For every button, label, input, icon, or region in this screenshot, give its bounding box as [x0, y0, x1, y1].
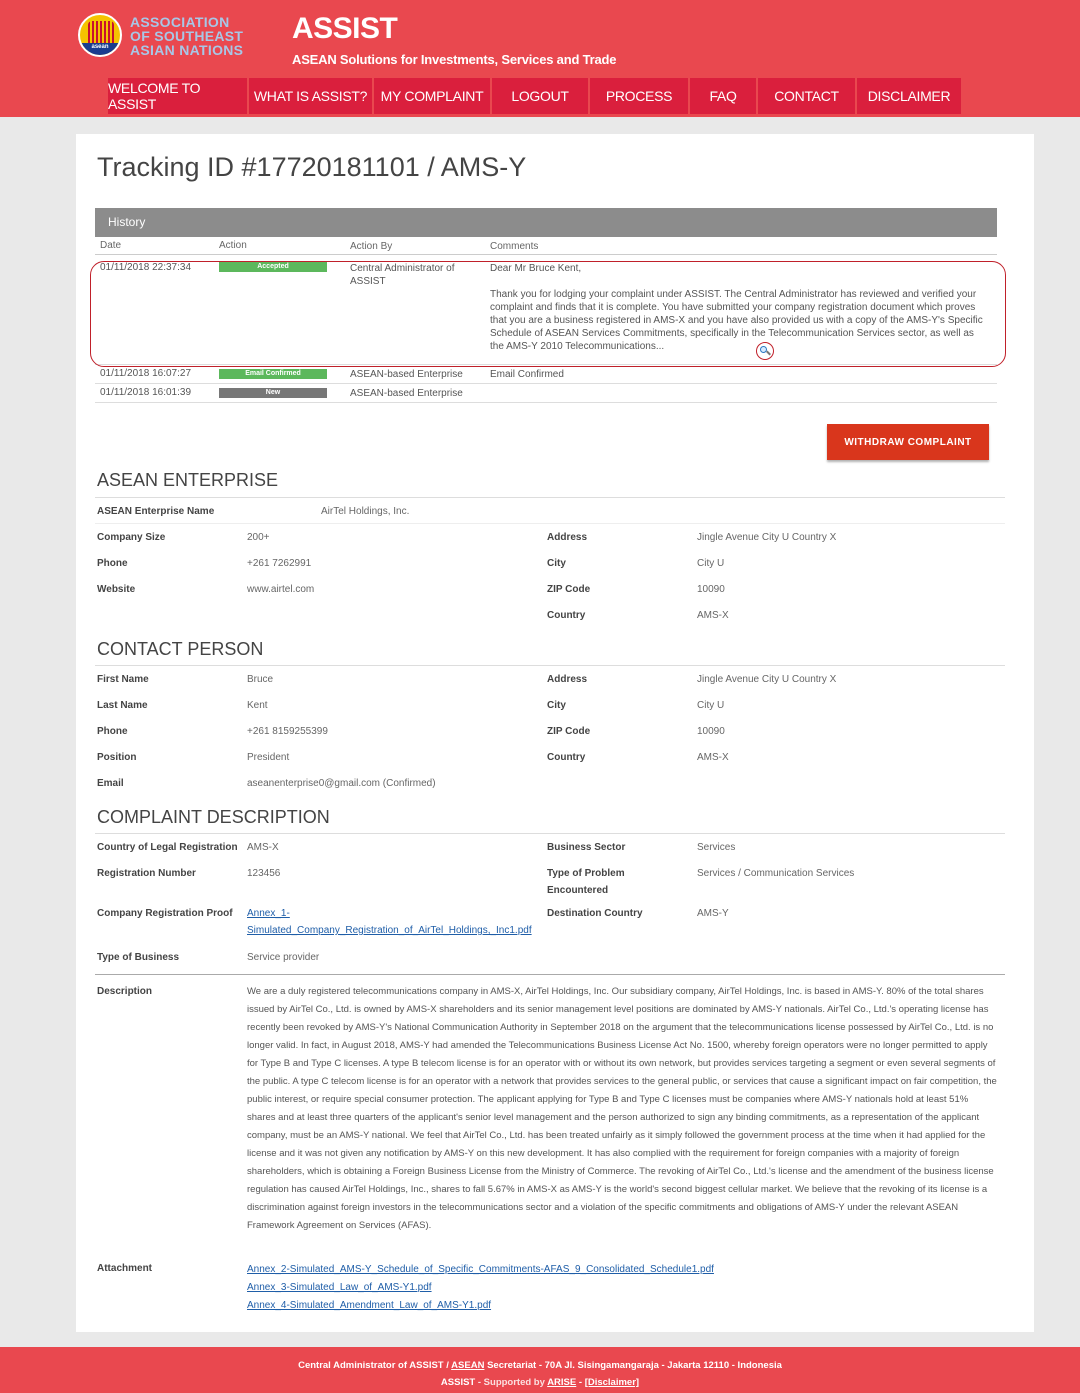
history-row: 01/11/2018 16:01:39 New ASEAN-based Ente…: [95, 384, 997, 403]
attachments-list: Annex_2-Simulated_AMS-Y_Schedule_of_Spec…: [247, 1261, 714, 1315]
withdraw-complaint-button[interactable]: WITHDRAW COMPLAINT: [827, 424, 989, 460]
history-table: History Date Action Action By Comments 0…: [90, 208, 1006, 403]
section-title-enterprise: ASEAN ENTERPRISE: [97, 470, 279, 490]
disclaimer-link[interactable]: [Disclaimer]: [585, 1377, 639, 1388]
rice-stalks-icon: [88, 21, 114, 43]
attachment-link[interactable]: Annex_4-Simulated_Amendment_Law_of_AMS-Y…: [247, 1297, 714, 1315]
arise-link[interactable]: ARISE: [547, 1377, 576, 1388]
nav-process[interactable]: PROCESS: [590, 78, 688, 114]
page-title: Tracking ID #17720181101 / AMS-Y: [97, 152, 527, 182]
site-header: asean ASSOCIATION OF SOUTHEAST ASIAN NAT…: [0, 0, 1080, 117]
site-title[interactable]: ASSIST: [292, 14, 398, 44]
org-name[interactable]: ASSOCIATION OF SOUTHEAST ASIAN NATIONS: [130, 15, 243, 57]
attachment-link[interactable]: Annex_3-Simulated_Law_of_AMS-Y1.pdf: [247, 1279, 714, 1297]
nav-contact[interactable]: CONTACT: [758, 78, 855, 114]
section-title-complaint: COMPLAINT DESCRIPTION: [97, 807, 330, 827]
main-nav: WELCOME TO ASSIST WHAT IS ASSIST? MY COM…: [108, 78, 1033, 114]
content-panel: Tracking ID #17720181101 / AMS-Y History…: [76, 134, 1034, 1332]
status-badge-email-confirmed: Email Confirmed: [219, 369, 327, 379]
history-row: 01/11/2018 16:07:27 Email Confirmed ASEA…: [95, 365, 997, 384]
registration-proof-link[interactable]: Annex_1- Simulated_Company_Registration_…: [247, 905, 532, 939]
section-title-contact: CONTACT PERSON: [97, 639, 264, 659]
history-header: History: [95, 208, 997, 237]
complaint-description: We are a duly registered telecommunicati…: [247, 986, 997, 1231]
site-subtitle: ASEAN Solutions for Investments, Service…: [292, 52, 617, 67]
nav-welcome[interactable]: WELCOME TO ASSIST: [108, 78, 247, 114]
nav-faq[interactable]: FAQ: [690, 78, 756, 114]
nav-logout[interactable]: LOGOUT: [492, 78, 588, 114]
site-footer: Central Administrator of ASSIST / ASEAN …: [0, 1347, 1080, 1393]
status-badge-new: New: [219, 388, 327, 398]
attachment-link[interactable]: Annex_2-Simulated_AMS-Y_Schedule_of_Spec…: [247, 1261, 714, 1279]
nav-disclaimer[interactable]: DISCLAIMER: [857, 78, 961, 114]
asean-logo[interactable]: asean: [78, 13, 122, 57]
history-column-headers: Date Action Action By Comments: [95, 237, 997, 255]
highlight-annotation: [90, 261, 1006, 367]
logo-text: asean: [91, 44, 109, 50]
nav-my-complaint[interactable]: MY COMPLAINT: [374, 78, 490, 114]
enterprise-name: AirTel Holdings, Inc.: [321, 506, 410, 517]
nav-what-is-assist[interactable]: WHAT IS ASSIST?: [249, 78, 372, 114]
asean-link[interactable]: ASEAN: [451, 1360, 484, 1371]
